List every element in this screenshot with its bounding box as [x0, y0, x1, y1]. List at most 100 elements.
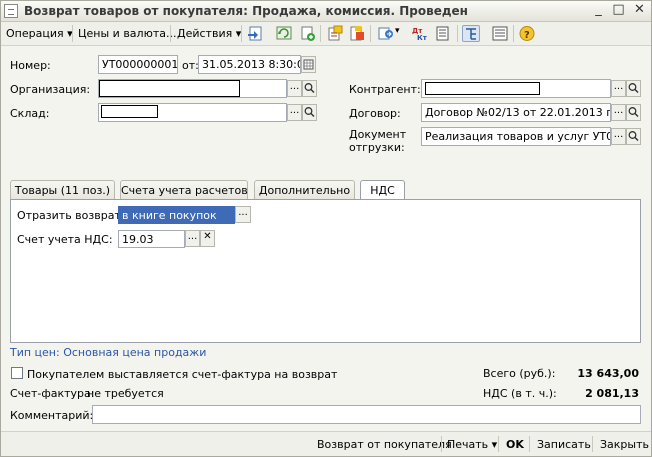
svg-text:Кт: Кт — [417, 34, 428, 42]
minimize-button[interactable]: _ — [590, 3, 607, 19]
document-window: Возврат товаров от покупателя: Продажа, … — [0, 0, 652, 457]
toolbar-divider — [513, 25, 514, 42]
tab-vat[interactable]: НДС — [360, 180, 405, 201]
invoice-return-checkbox[interactable] — [11, 367, 23, 379]
total-label: Всего (руб.): — [483, 367, 556, 380]
price-type-link[interactable]: Тип цен: Основная цена продажи — [10, 346, 206, 359]
bottom-bar-divider — [441, 436, 442, 452]
toolbar: Операция ▾ Цены и валюта... Действия ▾ ▾… — [1, 22, 651, 46]
chevron-down-icon[interactable]: ▾ — [395, 26, 400, 36]
bottom-bar-divider — [592, 436, 593, 452]
operation-menu-label: Операция — [6, 27, 64, 40]
toolbar-divider — [370, 25, 371, 42]
toolbar-divider — [320, 25, 321, 42]
title-bar: Возврат товаров от покупателя: Продажа, … — [1, 1, 651, 22]
calendar-button[interactable] — [301, 56, 316, 73]
search-icon — [628, 131, 639, 142]
refresh-icon[interactable] — [275, 25, 293, 42]
warehouse-select-button[interactable]: ... — [287, 104, 302, 121]
help-icon[interactable]: ? — [518, 25, 536, 42]
shipment-document-label-line2: отгрузки: — [349, 141, 405, 154]
ok-button[interactable]: OK — [506, 438, 524, 451]
vat-total-label: НДС (в т. ч.): — [483, 387, 557, 400]
total-value: 13 643,00 — [577, 367, 639, 380]
document-journal-icon[interactable] — [348, 25, 366, 42]
toolbar-divider — [457, 25, 458, 42]
vat-account-label: Счет учета НДС: — [17, 233, 113, 246]
toolbar-divider — [170, 25, 171, 42]
search-icon — [628, 107, 639, 118]
dt-kt-movements-icon[interactable]: Дт Кт — [410, 25, 428, 42]
vat-total-value: 2 081,13 — [585, 387, 639, 400]
tab-additional[interactable]: Дополнительно — [254, 180, 355, 200]
copy-document-icon[interactable] — [298, 25, 316, 42]
structure-icon[interactable] — [434, 25, 452, 42]
contract-field[interactable]: Договор №02/13 от 22.01.2013 г. — [421, 103, 611, 122]
warehouse-search-button[interactable] — [302, 104, 317, 121]
vat-account-field[interactable]: 19.03 — [118, 230, 185, 248]
contract-select-button[interactable]: ... — [611, 104, 626, 121]
search-icon — [304, 107, 315, 118]
tab-settlement-accounts[interactable]: Счета учета расчетов — [120, 180, 248, 200]
reflect-return-label: Отразить возврат: — [17, 209, 125, 222]
reflect-return-select-button[interactable]: ... — [235, 206, 251, 223]
invoice-label: Счет-фактура: — [10, 387, 95, 400]
close-button[interactable]: Закрыть — [600, 438, 649, 451]
fill-document-icon[interactable] — [326, 25, 344, 42]
comment-label: Комментарий: — [10, 409, 94, 422]
invoice-value: не требуется — [87, 387, 164, 400]
redacted-box — [101, 105, 158, 118]
shipment-document-select-button[interactable]: ... — [611, 128, 626, 145]
organization-search-button[interactable] — [302, 80, 317, 97]
print-menu-button[interactable]: Печать ▾ — [447, 438, 497, 451]
clear-icon[interactable]: ✕ — [200, 230, 215, 247]
comment-field[interactable] — [92, 405, 641, 424]
number-label: Номер: — [10, 59, 51, 72]
based-on-icon[interactable] — [377, 25, 395, 42]
svg-text:?: ? — [524, 30, 530, 41]
close-window-button[interactable]: ✕ — [631, 3, 648, 19]
bottom-bar-divider — [529, 436, 530, 452]
search-icon — [304, 83, 315, 94]
save-button[interactable]: Записать — [537, 438, 591, 451]
number-field[interactable]: УТ000000001 — [98, 55, 178, 74]
vat-account-select-button[interactable]: ... — [185, 230, 200, 247]
search-icon — [628, 83, 639, 94]
bottom-button-bar: Возврат от покупателя Печать ▾ OK Записа… — [1, 431, 651, 456]
organization-select-button[interactable]: ... — [287, 80, 302, 97]
contract-search-button[interactable] — [626, 104, 641, 121]
redacted-box — [425, 82, 540, 95]
organization-label: Организация: — [10, 83, 91, 96]
reflect-return-field[interactable]: в книге покупок — [118, 206, 235, 224]
date-field[interactable]: 31.05.2013 8:30:00 — [198, 55, 301, 74]
actions-menu[interactable]: Действия ▾ — [177, 27, 241, 40]
toolbar-divider — [72, 25, 73, 42]
counterparty-search-button[interactable] — [626, 80, 641, 97]
actions-menu-label: Действия — [177, 27, 233, 40]
maximize-button[interactable]: □ — [610, 3, 627, 19]
toolbar-divider — [241, 25, 242, 42]
redacted-box — [99, 80, 240, 97]
calendar-icon — [303, 59, 314, 70]
warehouse-label: Склад: — [10, 107, 50, 120]
tab-goods[interactable]: Товары (11 поз.) — [10, 180, 115, 200]
window-title: Возврат товаров от покупателя: Продажа, … — [24, 4, 468, 18]
date-label: от: — [182, 59, 199, 72]
shipment-document-search-button[interactable] — [626, 128, 641, 145]
list-layout-icon[interactable] — [491, 25, 509, 42]
document-icon — [4, 4, 18, 18]
print-menu-label: Печать — [447, 438, 489, 451]
prices-currency-button[interactable]: Цены и валюта... — [78, 27, 176, 40]
chevron-down-icon: ▾ — [491, 438, 498, 451]
operation-menu[interactable]: Операция ▾ — [6, 27, 73, 40]
counterparty-select-button[interactable]: ... — [611, 80, 626, 97]
counterparty-label: Контрагент: — [349, 83, 421, 96]
bottom-bar-divider — [498, 436, 499, 452]
return-from-customer-button[interactable]: Возврат от покупателя — [317, 438, 452, 451]
shipment-document-field[interactable]: Реализация товаров и услуг УТ0000 — [421, 127, 611, 146]
shipment-document-label-line1: Документ — [349, 128, 407, 141]
post-document-icon[interactable] — [247, 25, 265, 42]
invoice-return-checkbox-label: Покупателем выставляется счет-фактура на… — [27, 368, 338, 381]
filter-tree-icon[interactable] — [462, 25, 480, 42]
contract-label: Договор: — [349, 107, 401, 120]
